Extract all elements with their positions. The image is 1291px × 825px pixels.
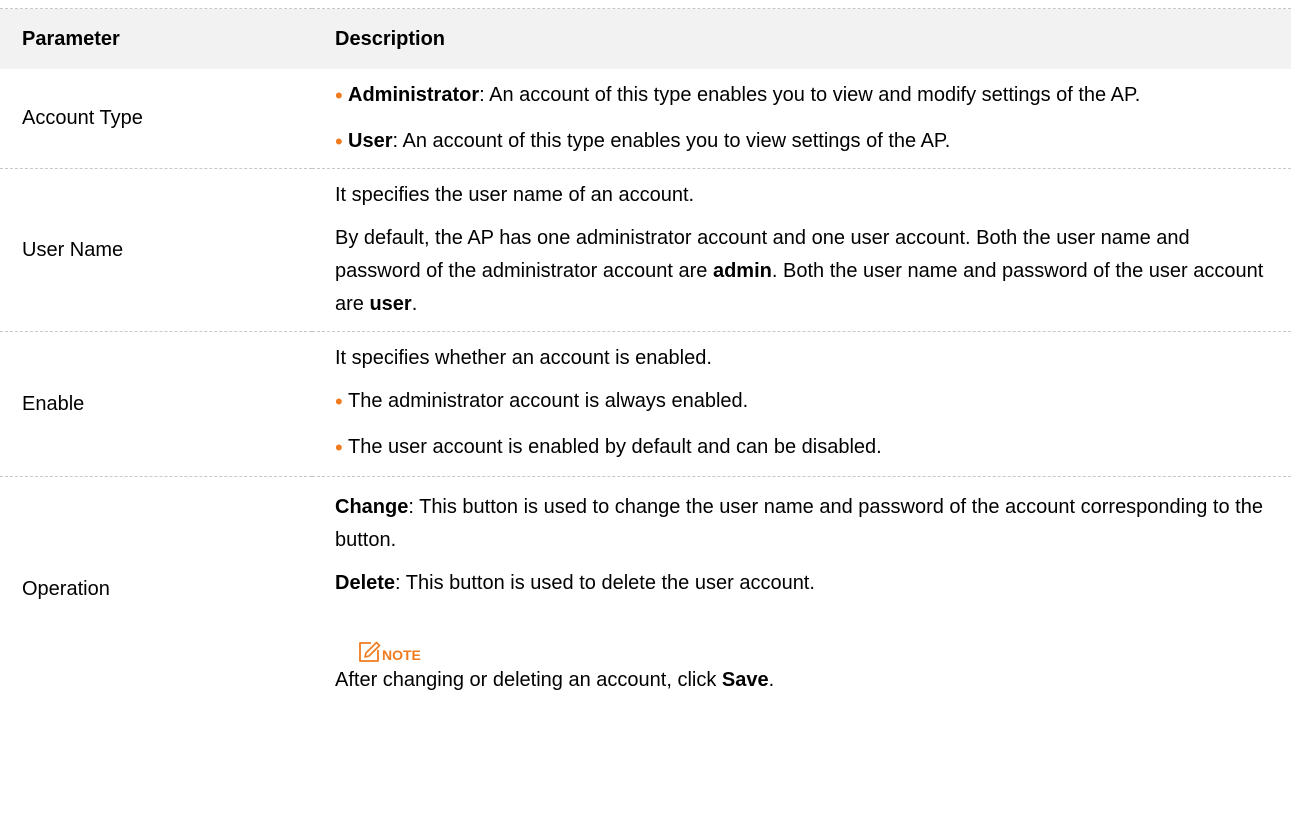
term-admin: admin bbox=[712, 260, 772, 282]
bullet-text: The administrator account is always enab… bbox=[348, 390, 749, 412]
table-row: Account Type • Administrator: An account… bbox=[0, 69, 1291, 169]
note-heading: NOTE bbox=[357, 630, 1271, 664]
bullet-item: • Administrator: An account of this type… bbox=[335, 79, 1271, 112]
note-label: NOTE bbox=[382, 647, 421, 663]
desc-paragraph: By default, the AP has one administrator… bbox=[335, 222, 1271, 321]
term-delete: Delete bbox=[335, 572, 396, 594]
desc-enable: It specifies whether an account is enabl… bbox=[312, 331, 1291, 477]
header-parameter: Parameter bbox=[0, 8, 312, 69]
term-user: user bbox=[369, 293, 412, 315]
table-row: Enable It specifies whether an account i… bbox=[0, 331, 1291, 477]
bullet-item: • The user account is enabled by default… bbox=[335, 431, 1271, 464]
term-change: Change bbox=[335, 496, 409, 518]
desc-account-type: • Administrator: An account of this type… bbox=[312, 69, 1291, 169]
bullet-text: : An account of this type enables you to… bbox=[479, 84, 1141, 106]
desc-operation: Change: This button is used to change th… bbox=[312, 477, 1291, 702]
document-page: Parameter Description Account Type • Adm… bbox=[0, 0, 1291, 825]
desc-line: It specifies whether an account is enabl… bbox=[335, 347, 712, 369]
parameter-table: Parameter Description Account Type • Adm… bbox=[0, 8, 1291, 701]
table-row: User Name It specifies the user name of … bbox=[0, 168, 1291, 332]
note-text: After changing or deleting an account, c… bbox=[335, 664, 1271, 697]
table-header-row: Parameter Description bbox=[0, 8, 1291, 69]
desc-line: It specifies the user name of an account… bbox=[335, 184, 695, 206]
note-pencil-icon bbox=[357, 640, 381, 664]
desc-text: : This button is used to delete the user… bbox=[395, 572, 815, 594]
term-user: User bbox=[348, 130, 393, 152]
param-user-name: User Name bbox=[0, 168, 312, 332]
desc-text: . bbox=[411, 293, 418, 315]
desc-paragraph: Change: This button is used to change th… bbox=[335, 491, 1271, 557]
desc-text: . bbox=[768, 669, 775, 691]
desc-text: : This button is used to change the user… bbox=[335, 496, 1263, 551]
param-enable: Enable bbox=[0, 331, 312, 477]
bullet-dot: • bbox=[335, 389, 343, 414]
bullet-item: • User: An account of this type enables … bbox=[335, 125, 1271, 158]
param-operation: Operation bbox=[22, 577, 110, 600]
desc-paragraph: Delete: This button is used to delete th… bbox=[335, 567, 1271, 600]
param-account-type: Account Type bbox=[0, 69, 312, 169]
bullet-dot: • bbox=[335, 83, 343, 108]
bullet-dot: • bbox=[335, 435, 343, 460]
bullet-text: : An account of this type enables you to… bbox=[392, 130, 951, 152]
term-save: Save bbox=[721, 669, 769, 691]
bullet-dot: • bbox=[335, 129, 343, 154]
bullet-text: The user account is enabled by default a… bbox=[348, 436, 882, 458]
table-row: Operation Change: This button is used to… bbox=[0, 477, 1291, 702]
term-administrator: Administrator bbox=[348, 84, 480, 106]
desc-user-name: It specifies the user name of an account… bbox=[312, 168, 1291, 332]
bullet-item: • The administrator account is always en… bbox=[335, 385, 1271, 418]
desc-text: After changing or deleting an account, c… bbox=[335, 669, 722, 691]
header-description: Description bbox=[312, 8, 1291, 69]
